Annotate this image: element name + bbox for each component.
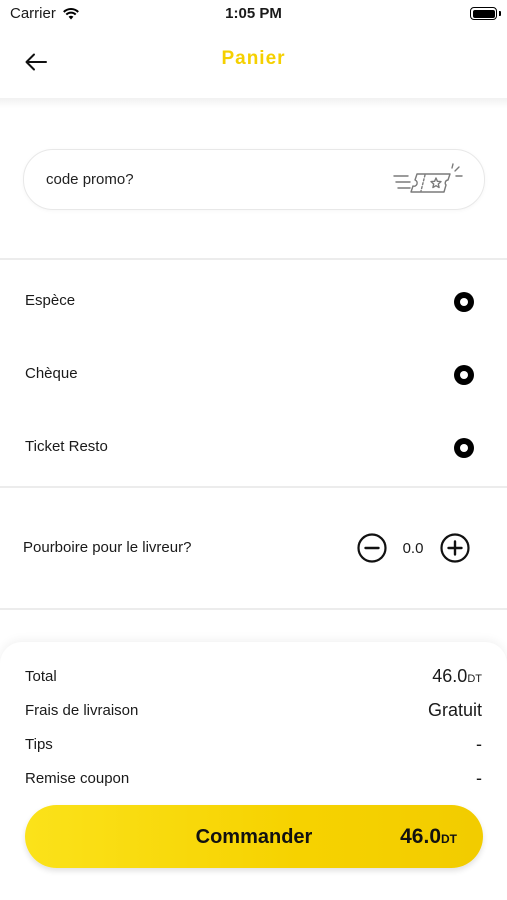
header: Panier bbox=[0, 28, 507, 100]
status-time: 1:05 PM bbox=[225, 5, 282, 22]
payment-option-ticket-resto[interactable]: Ticket Resto bbox=[0, 428, 507, 468]
summary-value: - bbox=[476, 768, 482, 788]
order-button-price: 46.0DT bbox=[400, 825, 457, 848]
tip-label: Pourboire pour le livreur? bbox=[23, 539, 192, 556]
header-shadow bbox=[0, 98, 507, 108]
radio-button[interactable] bbox=[454, 365, 474, 385]
order-button[interactable]: Commander 46.0DT bbox=[25, 805, 483, 868]
battery-icon bbox=[470, 7, 497, 20]
summary-label: Total bbox=[25, 668, 57, 685]
summary-row-tips: Tips - bbox=[25, 734, 482, 758]
summary-row-delivery-fee: Frais de livraison Gratuit bbox=[25, 700, 482, 724]
payment-option-label: Espèce bbox=[25, 292, 76, 309]
promo-code-input[interactable] bbox=[46, 150, 386, 209]
divider bbox=[0, 486, 507, 488]
summary-label: Frais de livraison bbox=[25, 702, 139, 719]
payment-option-espece[interactable]: Espèce bbox=[0, 282, 507, 322]
promo-code-field bbox=[23, 149, 485, 210]
plus-circle-icon[interactable] bbox=[440, 533, 470, 563]
divider bbox=[0, 258, 507, 260]
minus-circle-icon[interactable] bbox=[357, 533, 387, 563]
summary-value: 46.0DT bbox=[432, 666, 482, 686]
summary-value: Gratuit bbox=[427, 700, 482, 720]
summary-label: Tips bbox=[25, 736, 53, 753]
divider bbox=[0, 608, 507, 610]
payment-option-label: Chèque bbox=[25, 365, 78, 382]
payment-option-cheque[interactable]: Chèque bbox=[0, 355, 507, 395]
status-bar: Carrier 1:05 PM bbox=[0, 0, 507, 28]
page-title: Panier bbox=[221, 48, 286, 69]
radio-button[interactable] bbox=[454, 292, 474, 312]
payment-option-label: Ticket Resto bbox=[25, 438, 108, 455]
coupon-ticket-icon bbox=[393, 163, 463, 193]
radio-button[interactable] bbox=[454, 438, 474, 458]
summary-label: Remise coupon bbox=[25, 770, 130, 787]
summary-row-coupon-discount: Remise coupon - bbox=[25, 768, 482, 792]
summary-value: - bbox=[476, 734, 482, 754]
summary-row-total: Total 46.0DT bbox=[25, 666, 482, 690]
tip-value: 0.0 bbox=[402, 540, 424, 557]
